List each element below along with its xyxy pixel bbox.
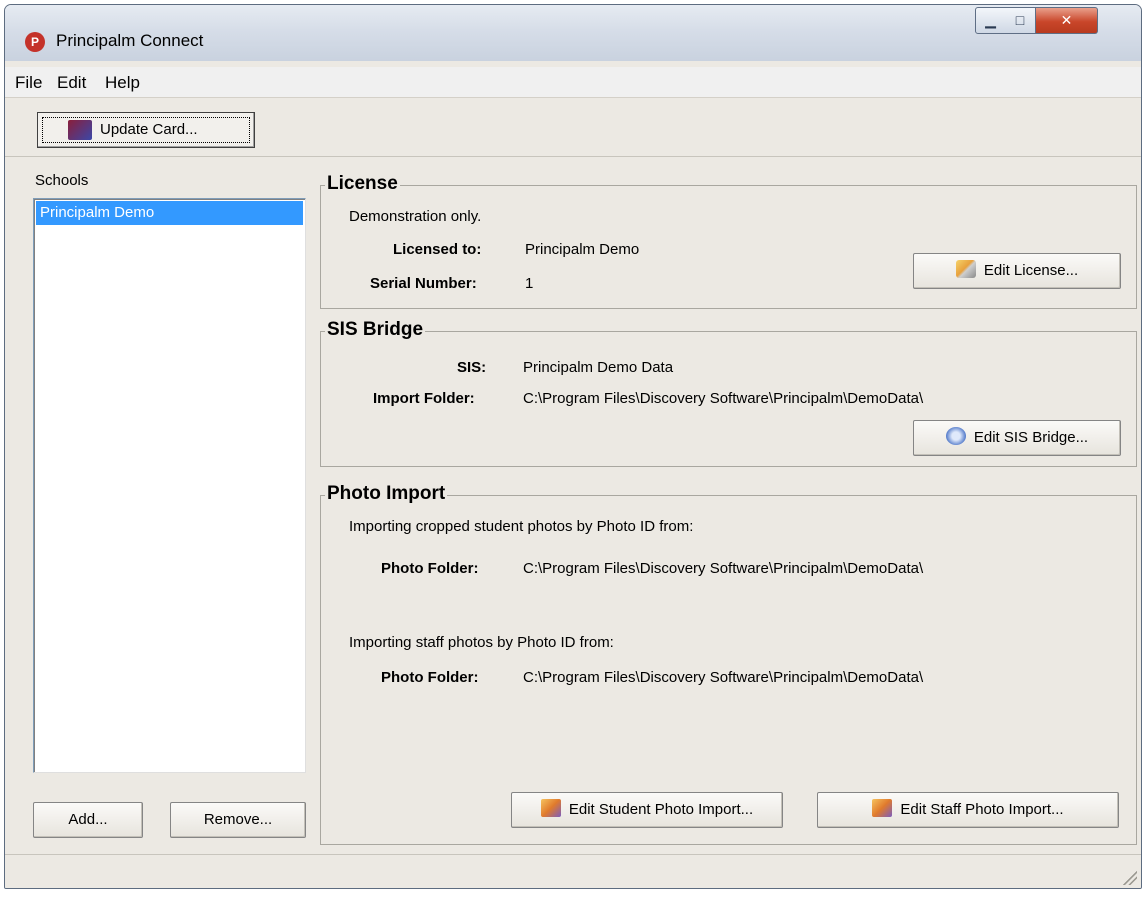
update-card-icon bbox=[68, 120, 92, 140]
menu-bar: File Edit Help bbox=[5, 67, 1141, 98]
title-bar[interactable]: P Principalm Connect ▁ □ ✕ bbox=[5, 5, 1141, 61]
licensed-to-label: Licensed to: bbox=[393, 241, 482, 258]
edit-license-button[interactable]: Edit License... bbox=[913, 253, 1121, 289]
menu-edit[interactable]: Edit bbox=[57, 73, 86, 93]
edit-license-label: Edit License... bbox=[983, 262, 1079, 279]
update-card-button[interactable]: Update Card... bbox=[37, 112, 255, 148]
serial-number-label: Serial Number: bbox=[370, 275, 477, 292]
student-photo-folder-label: Photo Folder: bbox=[381, 560, 479, 577]
import-folder-value: C:\Program Files\Discovery Software\Prin… bbox=[523, 390, 924, 407]
update-card-label: Update Card... bbox=[100, 121, 198, 138]
sis-bridge-title: SIS Bridge bbox=[325, 319, 426, 341]
import-folder-label: Import Folder: bbox=[373, 390, 475, 407]
photo-import-group: Photo Import Importing cropped student p… bbox=[320, 483, 1137, 845]
staff-photo-text: Importing staff photos by Photo ID from: bbox=[349, 634, 614, 651]
pencil-icon bbox=[955, 260, 976, 278]
edit-staff-photo-import-button[interactable]: Edit Staff Photo Import... bbox=[817, 792, 1119, 828]
window-title: Principalm Connect bbox=[56, 31, 204, 50]
staff-photo-folder-label: Photo Folder: bbox=[381, 669, 479, 686]
photo-icon bbox=[540, 799, 561, 817]
menu-file[interactable]: File bbox=[15, 73, 42, 93]
resize-grip-icon[interactable] bbox=[1121, 869, 1137, 885]
student-photo-folder-value: C:\Program Files\Discovery Software\Prin… bbox=[523, 560, 924, 577]
staff-photo-folder-value: C:\Program Files\Discovery Software\Prin… bbox=[523, 669, 924, 686]
sis-value: Principalm Demo Data bbox=[523, 359, 674, 376]
sis-label: SIS: bbox=[457, 359, 487, 376]
remove-school-button[interactable]: Remove... bbox=[170, 802, 306, 838]
licensed-to-value: Principalm Demo bbox=[525, 241, 640, 258]
status-bar bbox=[5, 854, 1141, 888]
toolbar: Update Card... bbox=[5, 98, 1141, 157]
edit-sis-bridge-button[interactable]: Edit SIS Bridge... bbox=[913, 420, 1121, 456]
schools-label: Schools bbox=[35, 172, 89, 189]
license-group: License Demonstration only. Licensed to:… bbox=[320, 173, 1137, 309]
serial-number-value: 1 bbox=[525, 275, 534, 292]
license-title: License bbox=[325, 173, 400, 195]
edit-student-photo-import-button[interactable]: Edit Student Photo Import... bbox=[511, 792, 783, 828]
photo-icon bbox=[872, 799, 893, 817]
sis-icon bbox=[945, 427, 966, 445]
edit-sis-bridge-label: Edit SIS Bridge... bbox=[973, 429, 1089, 446]
sis-bridge-group: SIS Bridge SIS: Principalm Demo Data Imp… bbox=[320, 319, 1137, 467]
maximize-button[interactable]: □ bbox=[1005, 7, 1036, 34]
list-item[interactable]: Principalm Demo bbox=[36, 201, 303, 225]
license-status: Demonstration only. bbox=[349, 208, 482, 225]
edit-staff-photo-import-label: Edit Staff Photo Import... bbox=[900, 801, 1064, 818]
student-photo-text: Importing cropped student photos by Phot… bbox=[349, 518, 694, 535]
edit-student-photo-import-label: Edit Student Photo Import... bbox=[568, 801, 754, 818]
menu-help[interactable]: Help bbox=[105, 73, 140, 93]
app-window: P Principalm Connect ▁ □ ✕ File Edit Hel… bbox=[4, 4, 1142, 889]
photo-import-title: Photo Import bbox=[325, 483, 448, 505]
add-school-button[interactable]: Add... bbox=[33, 802, 143, 838]
schools-list[interactable]: Principalm Demo bbox=[33, 198, 306, 773]
schools-pane: Schools Principalm Demo Add... Remove... bbox=[5, 157, 308, 857]
principalm-logo-icon: P bbox=[25, 32, 45, 52]
close-button[interactable]: ✕ bbox=[1036, 7, 1098, 34]
minimize-button[interactable]: ▁ bbox=[975, 7, 1006, 34]
